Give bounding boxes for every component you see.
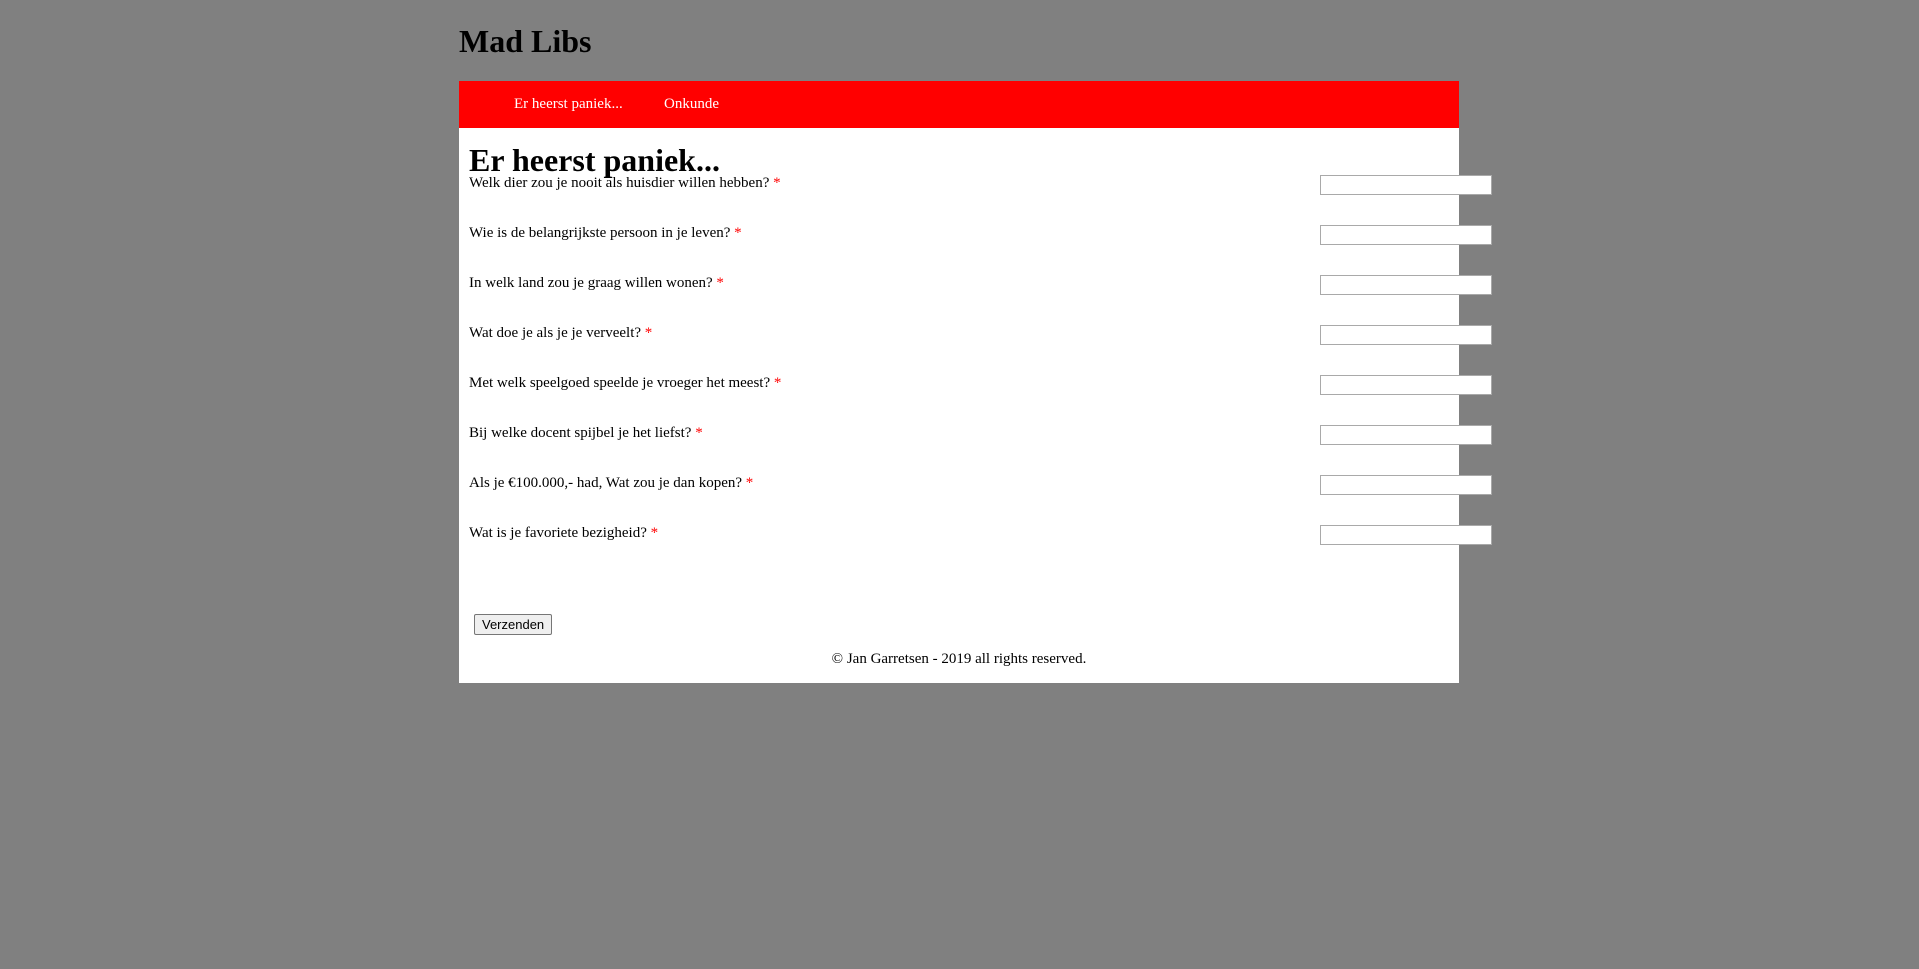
- form-row: Welk dier zou je nooit als huisdier will…: [469, 173, 1492, 197]
- form-row: Wat doe je als je je verveelt? *: [469, 323, 1492, 347]
- nav-item-er-heerst-paniek[interactable]: Er heerst paniek...: [514, 81, 623, 128]
- form-row: Met welk speelgoed speelde je vroeger he…: [469, 373, 1492, 397]
- answer-input-hobby[interactable]: [1320, 525, 1492, 545]
- field-label-text: Bij welke docent spijbel je het liefst?: [469, 425, 692, 441]
- required-marker: *: [773, 375, 782, 391]
- answer-input-teacher[interactable]: [1320, 425, 1492, 445]
- form-row: Wat is je favoriete bezigheid? *: [469, 523, 1492, 547]
- field-label: Wat doe je als je je verveelt? *: [469, 323, 652, 343]
- field-label-text: In welk land zou je graag willen wonen?: [469, 275, 713, 291]
- field-label: Bij welke docent spijbel je het liefst? …: [469, 423, 703, 443]
- form-row: Wie is de belangrijkste persoon in je le…: [469, 223, 1492, 247]
- answer-input-toy[interactable]: [1320, 375, 1492, 395]
- field-label-text: Wie is de belangrijkste persoon in je le…: [469, 225, 731, 241]
- footer-copyright: © Jan Garretsen - 2019 all rights reserv…: [831, 651, 1087, 667]
- field-label-text: Met welk speelgoed speelde je vroeger he…: [469, 375, 771, 391]
- required-marker: *: [773, 175, 781, 191]
- nav-item-onkunde[interactable]: Onkunde: [664, 81, 719, 128]
- nav-bar: Er heerst paniek... Onkunde: [459, 81, 1459, 128]
- field-label: Met welk speelgoed speelde je vroeger he…: [469, 373, 781, 393]
- field-label-text: Als je €100.000,- had, Wat zou je dan ko…: [469, 475, 743, 491]
- main-content: Er heerst paniek... Welk dier zou je noo…: [459, 128, 1492, 683]
- field-label-text: Welk dier zou je nooit als huisdier will…: [469, 175, 770, 191]
- form-row: Bij welke docent spijbel je het liefst? …: [469, 423, 1492, 447]
- answer-input-country[interactable]: [1320, 275, 1492, 295]
- site-title: Mad Libs: [459, 23, 592, 59]
- required-marker: *: [650, 525, 659, 541]
- form-row: In welk land zou je graag willen wonen? …: [469, 273, 1492, 297]
- field-label-text: Wat is je favoriete bezigheid?: [469, 525, 647, 541]
- field-label: Als je €100.000,- had, Wat zou je dan ko…: [469, 473, 753, 493]
- answer-input-person[interactable]: [1320, 225, 1492, 245]
- form-row: Als je €100.000,- had, Wat zou je dan ko…: [469, 473, 1492, 497]
- submit-button[interactable]: Verzenden: [474, 614, 553, 635]
- required-marker: *: [644, 325, 653, 341]
- field-label: Wat is je favoriete bezigheid? *: [469, 523, 658, 543]
- required-marker: *: [695, 425, 703, 441]
- field-label: In welk land zou je graag willen wonen? …: [469, 273, 724, 293]
- answer-input-pet[interactable]: [1320, 175, 1492, 195]
- answer-input-bored[interactable]: [1320, 325, 1492, 345]
- answer-input-purchase[interactable]: [1320, 475, 1492, 495]
- required-marker: *: [745, 475, 754, 491]
- field-label: Wie is de belangrijkste persoon in je le…: [469, 223, 742, 243]
- field-label-text: Wat doe je als je je verveelt?: [469, 325, 642, 341]
- field-label: Welk dier zou je nooit als huisdier will…: [469, 173, 781, 193]
- required-marker: *: [716, 275, 724, 291]
- required-marker: *: [734, 225, 742, 241]
